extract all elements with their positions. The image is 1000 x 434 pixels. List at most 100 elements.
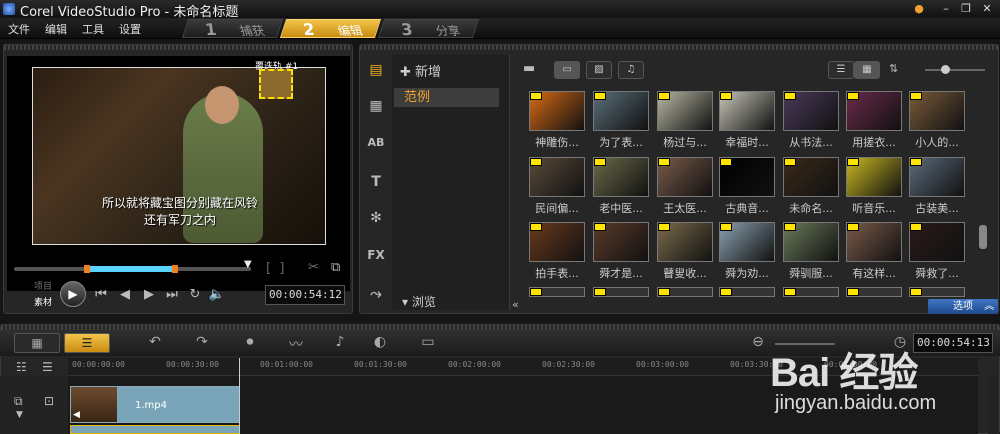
subtitle-editor-icon[interactable]: ▭ [418,334,438,352]
scrub-bar[interactable]: ▼ [14,259,252,273]
menu-tools[interactable]: 工具 [82,21,104,37]
library-thumbnail[interactable] [909,287,965,297]
end-icon[interactable]: ⏭ [163,286,181,304]
minimize-button[interactable]: – [937,1,955,16]
library-thumbnail[interactable] [846,222,902,262]
chapter-point-icon[interactable]: ☰ [42,360,53,374]
library-thumbnail[interactable] [909,91,965,131]
mark-in-out-icon[interactable]: [ ] [266,261,284,276]
library-thumbnail[interactable] [719,91,775,131]
playhead-marker-icon[interactable]: ▼ [244,259,252,270]
media-tab-icon[interactable]: ▤ [366,62,386,80]
video-track-icon[interactable]: ⧉ [14,394,23,409]
library-thumbnail[interactable] [529,157,585,197]
preview-timecode[interactable]: 00:00:54:12 [265,285,345,305]
slider-handle[interactable] [941,65,950,74]
track-manager-icon[interactable]: ☷ [16,360,27,374]
enlarge-icon[interactable]: ⧉ [331,260,340,275]
library-thumbnail[interactable] [783,287,839,297]
auto-music-icon[interactable]: ♪ [330,334,350,352]
library-thumbnail[interactable] [719,287,775,297]
storyboard-view-button[interactable]: ▦ [14,333,60,353]
previous-frame-icon[interactable]: ◀ [116,286,134,304]
thumbnail-size-slider[interactable] [925,65,985,74]
library-thumbnail[interactable] [657,91,713,131]
library-thumbnail[interactable] [846,287,902,297]
repeat-icon[interactable]: ↻ [186,286,204,304]
overlay-clip[interactable] [70,425,240,434]
cut-icon[interactable]: ✂ [308,260,319,275]
library-thumbnail[interactable] [783,91,839,131]
show-audio-icon[interactable]: ♫ [618,61,644,79]
zoom-out-icon[interactable]: ⊖ [748,334,768,352]
library-thumbnail[interactable] [783,222,839,262]
add-folder-button[interactable]: ✚ 新增 [400,61,441,80]
menu-settings[interactable]: 设置 [119,21,141,37]
library-thumbnail[interactable] [657,157,713,197]
sort-icon[interactable]: ⇅ [889,62,898,75]
library-thumbnail[interactable] [529,222,585,262]
motion-tracking-icon[interactable]: ◐ [370,334,390,352]
clip-mode-label[interactable]: 素材 [34,295,52,308]
graphic-tab-icon[interactable]: ✻ [366,210,386,228]
library-thumbnail[interactable] [846,91,902,131]
trim-end-handle[interactable] [172,265,178,273]
library-thumbnail[interactable] [783,157,839,197]
timeline-view-button[interactable]: ☰ [64,333,110,353]
folder-icon[interactable]: ▬ [523,61,535,76]
library-thumbnail[interactable] [657,287,713,297]
record-capture-icon[interactable]: ⏺ [240,334,260,352]
redo-icon[interactable]: ↷ [192,334,212,352]
undo-icon[interactable]: ↶ [145,334,165,352]
thumbnail-view-icon[interactable]: ▦ [854,61,880,79]
transition-tab-icon[interactable]: ▦ [366,98,386,116]
video-clip[interactable]: ◀ 1.mp4 [70,386,240,423]
track-expand-icon[interactable]: ▼ [16,410,23,420]
library-thumbnail[interactable] [657,222,713,262]
step-edit[interactable]: 2 编辑 [279,19,382,39]
options-button[interactable]: 选项 ︽ [928,299,998,314]
panel-grip[interactable] [4,45,352,50]
overlay-object[interactable] [259,69,293,99]
project-mode-label[interactable]: 项目 [34,279,52,292]
library-thumbnail[interactable] [593,287,649,297]
trim-start-handle[interactable] [84,265,90,273]
menu-file[interactable]: 文件 [8,21,30,37]
step-capture[interactable]: 1 捕获 [181,19,284,39]
folder-item-examples[interactable]: 范例 [394,88,499,107]
path-tab-icon[interactable]: ⤳ [366,286,386,304]
list-view-icon[interactable]: ☰ [828,61,854,79]
home-icon[interactable]: ⏮ [92,286,110,304]
filter-tab-icon[interactable]: FX [366,248,386,266]
play-button[interactable]: ▶ [60,281,86,307]
library-thumbnail[interactable] [719,157,775,197]
library-thumbnail[interactable] [909,157,965,197]
close-button[interactable]: ✕ [978,1,996,16]
text-tab-icon[interactable]: T [366,174,386,192]
library-thumbnail[interactable] [593,157,649,197]
timeline-playhead[interactable] [239,358,240,434]
library-thumbnail[interactable] [593,91,649,131]
panel-grip[interactable] [360,45,998,50]
restore-button[interactable]: ❐ [957,1,975,16]
library-thumbnail[interactable] [529,287,585,297]
step-share[interactable]: 3 分享 [377,19,480,39]
show-video-icon[interactable]: ▭ [554,61,580,79]
next-frame-icon[interactable]: ▶ [140,286,158,304]
library-thumbnail[interactable] [846,157,902,197]
title-tab-icon[interactable]: AB [366,136,386,154]
library-thumbnail[interactable] [909,222,965,262]
audio-mixer-icon[interactable]: 〰 [286,334,306,353]
track-toggle-icon[interactable]: ⊡ [44,394,54,408]
help-icon[interactable]: ● [910,1,928,16]
show-photo-icon[interactable]: ▨ [586,61,612,79]
collapse-library-icon[interactable]: « [512,298,519,311]
library-thumbnail[interactable] [719,222,775,262]
browse-button[interactable]: ▾ 浏览 [402,293,436,310]
preview-screen[interactable]: 所以就将藏宝图分别藏在风铃 还有军刀之内 覆迭轨 #1 [7,56,350,291]
volume-icon[interactable]: 🔈 [208,286,226,304]
menu-edit[interactable]: 编辑 [45,21,67,37]
library-thumbnail[interactable] [593,222,649,262]
library-thumbnail[interactable] [529,91,585,131]
library-scrollbar[interactable] [979,225,987,249]
